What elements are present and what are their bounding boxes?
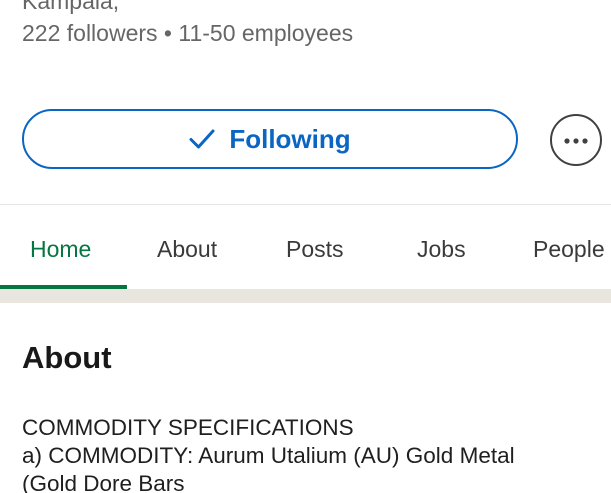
checkmark-icon	[189, 128, 215, 150]
tab-about[interactable]: About	[157, 235, 217, 263]
company-meta: 222 followers • 11-50 employees	[22, 20, 353, 46]
following-label: Following	[229, 124, 351, 154]
about-line: a) COMMODITY: Aurum Utalium (AU) Gold Me…	[22, 443, 515, 468]
ellipsis-icon	[564, 131, 588, 149]
followers-count[interactable]: 222 followers	[22, 20, 158, 46]
about-description: COMMODITY SPECIFICATIONS a) COMMODITY: A…	[22, 414, 602, 493]
section-separator	[0, 289, 611, 303]
page-tabs: Home About Posts Jobs People	[0, 205, 611, 289]
about-heading: About	[22, 340, 112, 375]
company-page: Kampala, 222 followers • 11-50 employees…	[0, 0, 611, 493]
company-location: Kampala,	[22, 0, 120, 14]
tab-home[interactable]: Home	[30, 235, 91, 263]
tab-jobs[interactable]: Jobs	[417, 235, 466, 263]
tab-posts[interactable]: Posts	[286, 235, 344, 263]
following-button[interactable]: Following	[22, 109, 518, 169]
tab-people[interactable]: People	[533, 235, 605, 263]
meta-separator: •	[163, 20, 172, 46]
about-line: (Gold Dore Bars	[22, 471, 185, 493]
employees-count[interactable]: 11-50 employees	[178, 20, 353, 46]
about-line: COMMODITY SPECIFICATIONS	[22, 415, 354, 440]
more-options-button[interactable]	[550, 114, 602, 166]
